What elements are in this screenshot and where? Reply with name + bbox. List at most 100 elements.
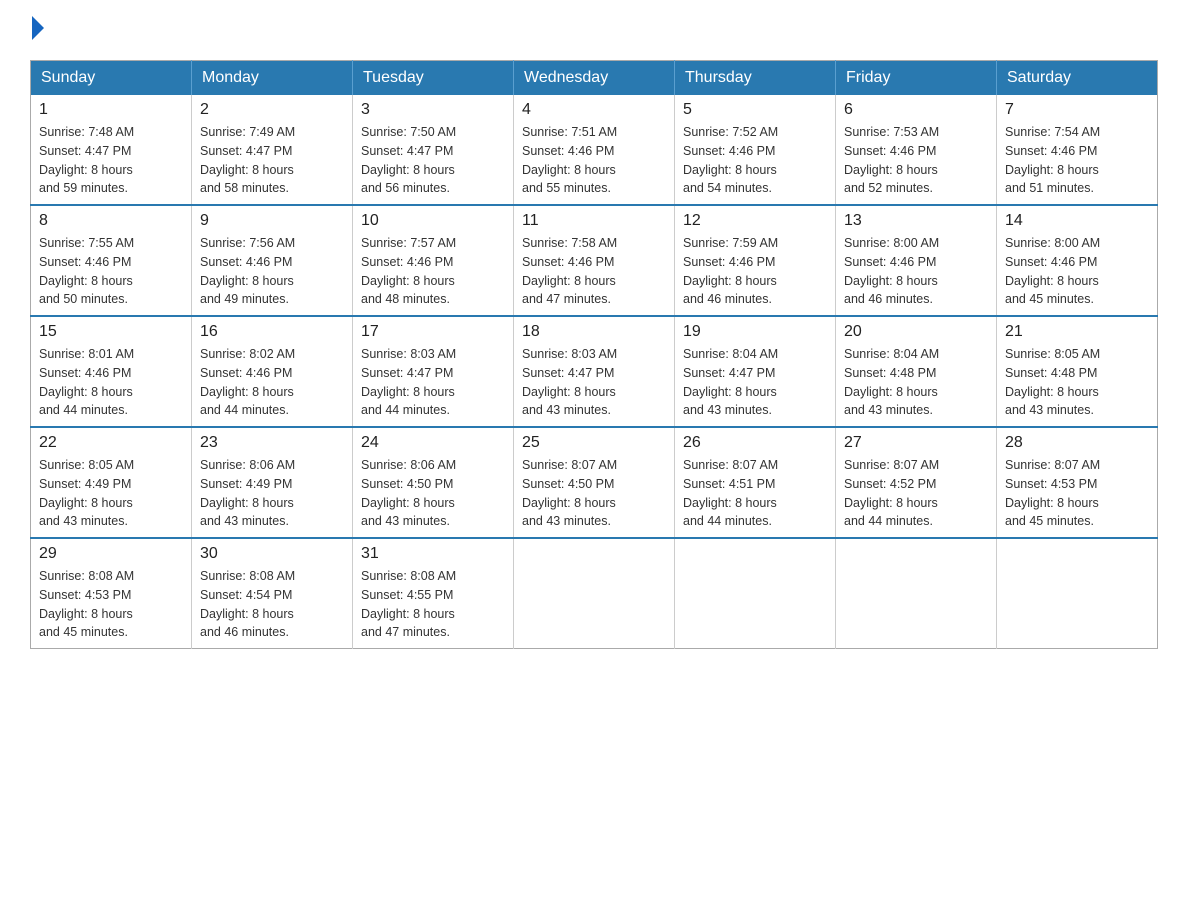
calendar-cell: 13 Sunrise: 8:00 AM Sunset: 4:46 PM Dayl… [836,205,997,316]
calendar-cell: 8 Sunrise: 7:55 AM Sunset: 4:46 PM Dayli… [31,205,192,316]
calendar-cell: 2 Sunrise: 7:49 AM Sunset: 4:47 PM Dayli… [192,95,353,205]
day-info: Sunrise: 7:57 AM Sunset: 4:46 PM Dayligh… [361,234,505,309]
calendar-cell [836,538,997,649]
day-number: 20 [844,323,988,341]
day-info: Sunrise: 7:59 AM Sunset: 4:46 PM Dayligh… [683,234,827,309]
day-number: 12 [683,212,827,230]
day-number: 9 [200,212,344,230]
calendar-cell: 21 Sunrise: 8:05 AM Sunset: 4:48 PM Dayl… [997,316,1158,427]
day-number: 21 [1005,323,1149,341]
calendar-cell: 17 Sunrise: 8:03 AM Sunset: 4:47 PM Dayl… [353,316,514,427]
day-of-week-header: Monday [192,61,353,96]
calendar-cell: 28 Sunrise: 8:07 AM Sunset: 4:53 PM Dayl… [997,427,1158,538]
day-of-week-header: Saturday [997,61,1158,96]
day-info: Sunrise: 7:54 AM Sunset: 4:46 PM Dayligh… [1005,123,1149,198]
calendar-cell: 1 Sunrise: 7:48 AM Sunset: 4:47 PM Dayli… [31,95,192,205]
calendar-cell: 16 Sunrise: 8:02 AM Sunset: 4:46 PM Dayl… [192,316,353,427]
calendar-cell: 9 Sunrise: 7:56 AM Sunset: 4:46 PM Dayli… [192,205,353,316]
day-info: Sunrise: 7:58 AM Sunset: 4:46 PM Dayligh… [522,234,666,309]
day-info: Sunrise: 8:06 AM Sunset: 4:50 PM Dayligh… [361,456,505,531]
calendar-cell: 4 Sunrise: 7:51 AM Sunset: 4:46 PM Dayli… [514,95,675,205]
calendar-week-row: 22 Sunrise: 8:05 AM Sunset: 4:49 PM Dayl… [31,427,1158,538]
day-number: 22 [39,434,183,452]
day-number: 4 [522,101,666,119]
calendar-cell: 12 Sunrise: 7:59 AM Sunset: 4:46 PM Dayl… [675,205,836,316]
calendar-cell [675,538,836,649]
calendar-cell: 18 Sunrise: 8:03 AM Sunset: 4:47 PM Dayl… [514,316,675,427]
calendar-cell: 23 Sunrise: 8:06 AM Sunset: 4:49 PM Dayl… [192,427,353,538]
calendar-cell: 10 Sunrise: 7:57 AM Sunset: 4:46 PM Dayl… [353,205,514,316]
day-number: 2 [200,101,344,119]
day-number: 26 [683,434,827,452]
logo-triangle-icon [32,16,44,40]
day-info: Sunrise: 8:08 AM Sunset: 4:53 PM Dayligh… [39,567,183,642]
day-info: Sunrise: 7:50 AM Sunset: 4:47 PM Dayligh… [361,123,505,198]
day-number: 1 [39,101,183,119]
day-of-week-header: Thursday [675,61,836,96]
day-number: 15 [39,323,183,341]
day-info: Sunrise: 8:01 AM Sunset: 4:46 PM Dayligh… [39,345,183,420]
calendar-cell: 20 Sunrise: 8:04 AM Sunset: 4:48 PM Dayl… [836,316,997,427]
calendar-week-row: 8 Sunrise: 7:55 AM Sunset: 4:46 PM Dayli… [31,205,1158,316]
calendar-cell: 7 Sunrise: 7:54 AM Sunset: 4:46 PM Dayli… [997,95,1158,205]
logo [30,20,44,40]
calendar-cell [514,538,675,649]
day-info: Sunrise: 7:48 AM Sunset: 4:47 PM Dayligh… [39,123,183,198]
day-number: 30 [200,545,344,563]
day-info: Sunrise: 7:51 AM Sunset: 4:46 PM Dayligh… [522,123,666,198]
calendar-cell: 22 Sunrise: 8:05 AM Sunset: 4:49 PM Dayl… [31,427,192,538]
day-info: Sunrise: 8:08 AM Sunset: 4:54 PM Dayligh… [200,567,344,642]
day-info: Sunrise: 8:03 AM Sunset: 4:47 PM Dayligh… [522,345,666,420]
calendar-cell: 25 Sunrise: 8:07 AM Sunset: 4:50 PM Dayl… [514,427,675,538]
day-info: Sunrise: 8:04 AM Sunset: 4:47 PM Dayligh… [683,345,827,420]
day-number: 3 [361,101,505,119]
day-number: 29 [39,545,183,563]
day-info: Sunrise: 8:03 AM Sunset: 4:47 PM Dayligh… [361,345,505,420]
calendar-week-row: 15 Sunrise: 8:01 AM Sunset: 4:46 PM Dayl… [31,316,1158,427]
calendar-cell [997,538,1158,649]
day-of-week-header: Friday [836,61,997,96]
day-info: Sunrise: 8:00 AM Sunset: 4:46 PM Dayligh… [1005,234,1149,309]
day-number: 8 [39,212,183,230]
calendar-week-row: 29 Sunrise: 8:08 AM Sunset: 4:53 PM Dayl… [31,538,1158,649]
day-info: Sunrise: 8:07 AM Sunset: 4:52 PM Dayligh… [844,456,988,531]
day-of-week-header: Wednesday [514,61,675,96]
calendar-cell: 5 Sunrise: 7:52 AM Sunset: 4:46 PM Dayli… [675,95,836,205]
day-info: Sunrise: 8:07 AM Sunset: 4:50 PM Dayligh… [522,456,666,531]
calendar-cell: 15 Sunrise: 8:01 AM Sunset: 4:46 PM Dayl… [31,316,192,427]
calendar-cell: 30 Sunrise: 8:08 AM Sunset: 4:54 PM Dayl… [192,538,353,649]
calendar-cell: 3 Sunrise: 7:50 AM Sunset: 4:47 PM Dayli… [353,95,514,205]
day-info: Sunrise: 8:07 AM Sunset: 4:51 PM Dayligh… [683,456,827,531]
day-number: 31 [361,545,505,563]
day-number: 25 [522,434,666,452]
day-info: Sunrise: 7:53 AM Sunset: 4:46 PM Dayligh… [844,123,988,198]
calendar-cell: 19 Sunrise: 8:04 AM Sunset: 4:47 PM Dayl… [675,316,836,427]
day-info: Sunrise: 8:07 AM Sunset: 4:53 PM Dayligh… [1005,456,1149,531]
day-number: 18 [522,323,666,341]
calendar-cell: 31 Sunrise: 8:08 AM Sunset: 4:55 PM Dayl… [353,538,514,649]
day-number: 24 [361,434,505,452]
calendar-cell: 29 Sunrise: 8:08 AM Sunset: 4:53 PM Dayl… [31,538,192,649]
day-info: Sunrise: 8:06 AM Sunset: 4:49 PM Dayligh… [200,456,344,531]
day-number: 5 [683,101,827,119]
day-number: 10 [361,212,505,230]
day-info: Sunrise: 7:56 AM Sunset: 4:46 PM Dayligh… [200,234,344,309]
day-info: Sunrise: 8:02 AM Sunset: 4:46 PM Dayligh… [200,345,344,420]
calendar-cell: 14 Sunrise: 8:00 AM Sunset: 4:46 PM Dayl… [997,205,1158,316]
day-of-week-header: Tuesday [353,61,514,96]
day-of-week-header: Sunday [31,61,192,96]
day-info: Sunrise: 7:52 AM Sunset: 4:46 PM Dayligh… [683,123,827,198]
calendar-header-row: SundayMondayTuesdayWednesdayThursdayFrid… [31,61,1158,96]
day-number: 16 [200,323,344,341]
calendar-cell: 27 Sunrise: 8:07 AM Sunset: 4:52 PM Dayl… [836,427,997,538]
day-number: 6 [844,101,988,119]
day-info: Sunrise: 8:05 AM Sunset: 4:48 PM Dayligh… [1005,345,1149,420]
day-number: 28 [1005,434,1149,452]
day-number: 17 [361,323,505,341]
day-info: Sunrise: 8:04 AM Sunset: 4:48 PM Dayligh… [844,345,988,420]
calendar-table: SundayMondayTuesdayWednesdayThursdayFrid… [30,60,1158,649]
day-info: Sunrise: 8:05 AM Sunset: 4:49 PM Dayligh… [39,456,183,531]
calendar-cell: 26 Sunrise: 8:07 AM Sunset: 4:51 PM Dayl… [675,427,836,538]
calendar-cell: 6 Sunrise: 7:53 AM Sunset: 4:46 PM Dayli… [836,95,997,205]
calendar-cell: 11 Sunrise: 7:58 AM Sunset: 4:46 PM Dayl… [514,205,675,316]
